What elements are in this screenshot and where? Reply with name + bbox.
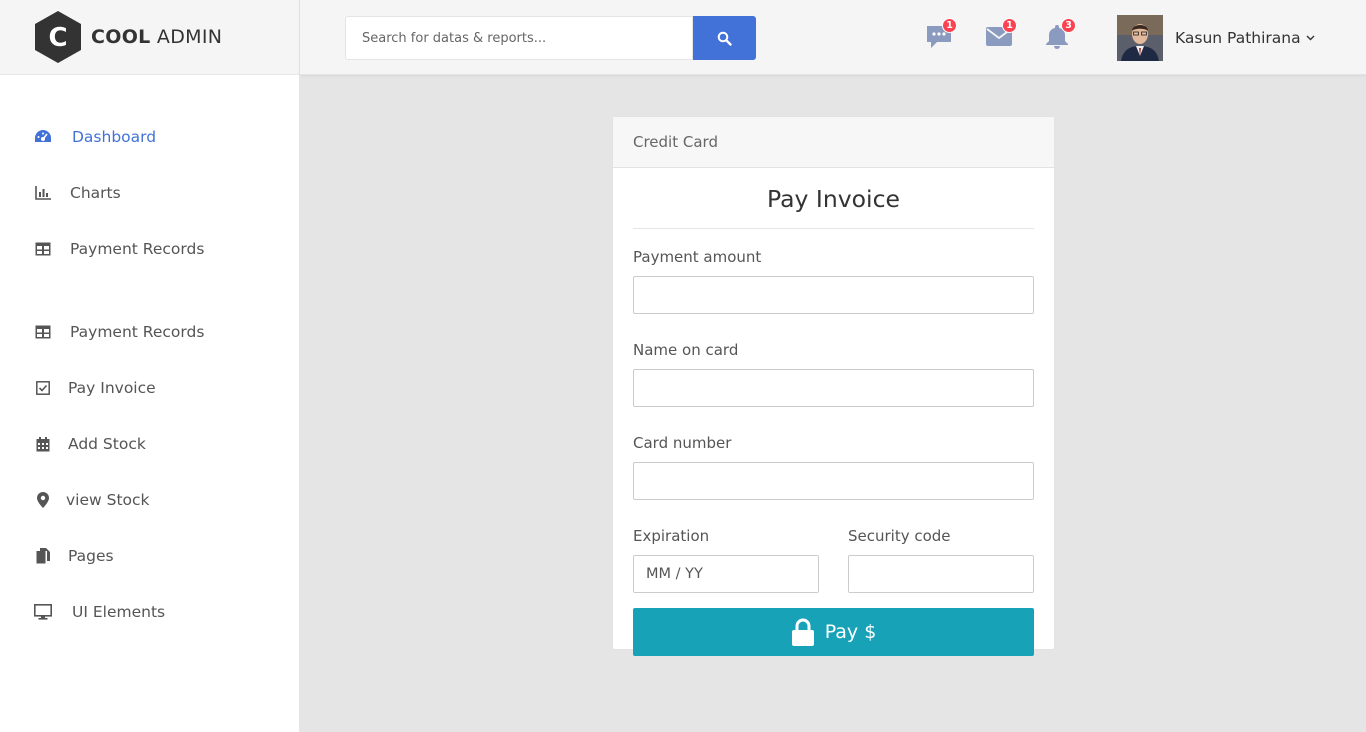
avatar xyxy=(1117,15,1163,61)
mail-badge: 1 xyxy=(1002,18,1017,33)
search-bar xyxy=(345,16,756,60)
sidebar-item-label: UI Elements xyxy=(72,603,166,621)
messages-badge: 1 xyxy=(942,18,957,33)
user-menu[interactable]: Kasun Pathirana xyxy=(1117,15,1315,61)
mail-button[interactable]: 1 xyxy=(985,18,1017,52)
logo-text-light: ADMIN xyxy=(156,26,223,48)
security-code-field[interactable] xyxy=(848,555,1034,593)
name-on-card-field[interactable] xyxy=(633,369,1034,407)
page-title: Pay Invoice xyxy=(633,168,1034,229)
sidebar-item-charts[interactable]: Charts xyxy=(34,184,121,202)
sidebar-item-view-stock[interactable]: view Stock xyxy=(34,491,150,509)
search-input[interactable] xyxy=(345,16,693,60)
pay-button-label: Pay $ xyxy=(824,621,877,643)
search-icon xyxy=(717,31,732,46)
logo-hexagon-icon: C xyxy=(35,11,81,63)
sidebar-item-label: Payment Records xyxy=(70,323,205,341)
sidebar-item-label: view Stock xyxy=(66,491,150,509)
card-number-label: Card number xyxy=(633,434,732,452)
security-code-group: Security code xyxy=(848,527,1034,593)
sidebar-item-label: Add Stock xyxy=(68,435,146,453)
lock-icon xyxy=(791,618,814,646)
notifications-badge: 3 xyxy=(1061,18,1076,33)
sidebar-item-dashboard[interactable]: Dashboard xyxy=(34,128,156,146)
sidebar-item-label: Pages xyxy=(68,547,114,565)
sidebar-item-payment-records[interactable]: Payment Records xyxy=(34,240,204,258)
pay-button[interactable]: Pay $ xyxy=(633,608,1034,656)
desktop-icon xyxy=(34,603,52,621)
dashboard-icon xyxy=(34,128,52,146)
sidebar-item-pages[interactable]: Pages xyxy=(34,547,114,565)
sidebar-item-payment-records-2[interactable]: Payment Records xyxy=(34,323,204,341)
card-body: Pay Invoice Payment amount Name on card … xyxy=(613,168,1054,656)
security-code-label: Security code xyxy=(848,527,951,545)
sidebar-item-label: Charts xyxy=(70,184,121,202)
sidebar-item-label: Payment Records xyxy=(70,240,205,258)
sidebar-item-label: Pay Invoice xyxy=(68,379,156,397)
user-name: Kasun Pathirana xyxy=(1175,29,1301,47)
name-on-card-label: Name on card xyxy=(633,341,739,359)
logo[interactable]: C COOL ADMIN xyxy=(0,0,299,75)
card-header: Credit Card xyxy=(613,117,1054,168)
map-marker-icon xyxy=(34,491,52,509)
messages-button[interactable]: 1 xyxy=(925,18,957,52)
expiration-label: Expiration xyxy=(633,527,710,545)
expiration-security-row: Expiration Security code xyxy=(633,527,1034,593)
sidebar-item-ui-elements[interactable]: UI Elements xyxy=(34,603,165,621)
calendar-icon xyxy=(34,435,52,453)
sidebar-item-pay-invoice[interactable]: Pay Invoice xyxy=(34,379,156,397)
logo-text-bold: COOL xyxy=(91,26,151,48)
search-button[interactable] xyxy=(693,16,756,60)
card-number-field[interactable] xyxy=(633,462,1034,500)
notifications-button[interactable]: 3 xyxy=(1044,18,1076,52)
table-icon xyxy=(34,240,52,258)
payment-amount-label: Payment amount xyxy=(633,248,762,266)
expiration-field[interactable] xyxy=(633,555,819,593)
topbar: 1 1 3 Kasun Pathirana xyxy=(300,0,1366,75)
check-square-icon xyxy=(34,379,52,397)
bar-chart-icon xyxy=(34,184,52,202)
payment-amount-field[interactable] xyxy=(633,276,1034,314)
svg-text:C: C xyxy=(48,23,67,53)
table-icon xyxy=(34,323,52,341)
logo-text: COOL ADMIN xyxy=(91,26,222,48)
expiration-group: Expiration xyxy=(633,527,819,593)
credit-card-panel: Credit Card Pay Invoice Payment amount N… xyxy=(612,116,1055,656)
copy-icon xyxy=(34,547,52,565)
sidebar-item-label: Dashboard xyxy=(72,128,157,146)
sidebar-item-add-stock[interactable]: Add Stock xyxy=(34,435,146,453)
sidebar: C COOL ADMIN Dashboard Charts Payment Re… xyxy=(0,0,300,732)
chevron-down-icon xyxy=(1306,35,1315,41)
